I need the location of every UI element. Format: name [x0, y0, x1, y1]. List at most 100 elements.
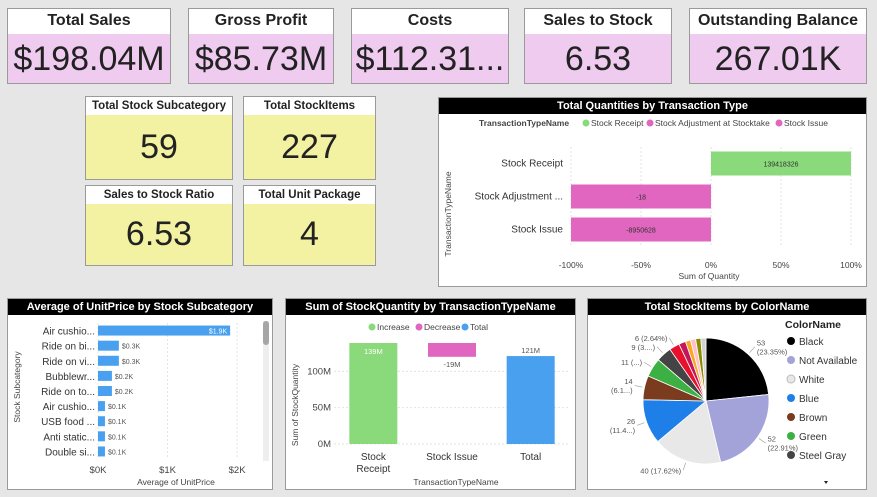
bar[interactable]: [98, 416, 105, 427]
x-tick-label: Total: [520, 452, 541, 463]
y-axis-title: TransactionTypeName: [443, 171, 453, 256]
data-label: (11.4...): [610, 426, 636, 435]
data-label: 139418326: [763, 162, 798, 169]
legend-item[interactable]: Brown: [799, 413, 827, 424]
data-label: 11 (...): [621, 358, 643, 367]
card-title: Sales to Stock Ratio: [103, 189, 215, 201]
bar[interactable]: [98, 446, 105, 457]
leader-line: [644, 361, 652, 367]
card-title: Total Unit Package Types: [258, 189, 361, 219]
kpi-title: Total Sales: [8, 9, 170, 34]
kpi-title: Gross Profit: [189, 9, 333, 34]
y-tick-label: Stock Receipt: [501, 159, 563, 170]
legend-item-stock-issue[interactable]: Stock Issue: [784, 118, 828, 128]
x-tick-label: 0%: [705, 260, 718, 270]
card-value: 227: [244, 115, 375, 179]
legend-item-total[interactable]: Total: [470, 322, 488, 332]
leader-line: [758, 438, 766, 444]
bar[interactable]: [98, 431, 105, 442]
x-axis-title: Sum of Quantity: [679, 271, 741, 281]
y-tick-label: Stock Adjustment ...: [475, 192, 563, 203]
unitprice-chart[interactable]: Average of UnitPrice by Stock Subcategor…: [7, 298, 273, 490]
color-pie-chart[interactable]: Total StockItems by ColorName 53 (23.35%)…: [587, 298, 867, 490]
legend-item[interactable]: Steel Gray: [799, 451, 846, 462]
leader-line: [637, 422, 645, 426]
legend-item-decrease[interactable]: Decrease: [424, 322, 461, 332]
y-tick-label: Anti static...: [43, 432, 95, 443]
x-axis-title: TransactionTypeName: [413, 477, 498, 487]
legend-item-increase[interactable]: Increase: [377, 322, 410, 332]
card-value: 4: [244, 204, 375, 265]
chart-title: Average of UnitPrice by Stock Subcategor…: [8, 299, 272, 315]
kpi-sales-to-stock: Sales to Stock Ratio 6.53: [524, 8, 672, 84]
kpi-total-sales: Total Sales $198.04M: [7, 8, 171, 84]
data-label: 6 (2.64%): [635, 334, 668, 343]
kpi-outstanding-balance: Outstanding Balance 267.01K: [689, 8, 867, 84]
kpi-gross-profit: Gross Profit $85.73M: [188, 8, 334, 84]
x-tick-label: $1K: [159, 465, 177, 476]
bar[interactable]: [428, 342, 476, 357]
bar[interactable]: [98, 370, 112, 381]
card-title: Total Stock Subcategory: [92, 100, 226, 112]
bar[interactable]: [98, 355, 119, 366]
transaction-chart-svg: TransactionTypeName Stock Receipt Stock …: [443, 118, 862, 281]
bar[interactable]: [98, 340, 119, 351]
waterfall-chart[interactable]: Sum of StockQuantity by TransactionTypeN…: [285, 298, 576, 490]
legend-scroll-down-icon[interactable]: [824, 481, 828, 484]
x-tick-label: Stock: [361, 452, 387, 463]
data-label: $0.1K: [108, 419, 127, 426]
legend-marker-stock-issue: [775, 119, 783, 127]
legend-item[interactable]: Blue: [799, 394, 819, 405]
legend-marker: [787, 413, 795, 421]
bar[interactable]: [349, 342, 398, 444]
legend-item-stock-adjustment[interactable]: Stock Adjustment at Stocktake: [655, 118, 770, 128]
data-label: $0.1K: [108, 404, 127, 411]
transaction-type-chart[interactable]: Total Quantities by Transaction Type Tra…: [438, 97, 867, 287]
data-label: $0.1K: [108, 434, 127, 441]
y-tick-label: Ride on vi...: [42, 357, 95, 368]
kpi-value: $112.31...: [352, 34, 508, 83]
card-total-stock-subcategory: Total Stock Subcategory 59: [85, 96, 233, 180]
card-value: 6.53: [86, 204, 232, 265]
card-value: 59: [86, 115, 232, 179]
data-label: 139M: [364, 347, 383, 356]
legend-title: ColorName: [785, 319, 841, 331]
bar[interactable]: [506, 356, 555, 444]
data-label: $1.9K: [209, 329, 228, 336]
kpi-value: 267.01K: [690, 34, 866, 83]
x-axis-title: Average of UnitPrice: [137, 477, 215, 487]
y-tick-label: 100M: [307, 366, 331, 377]
card-sales-to-stock-ratio: Sales to Stock Ratio 6.53: [85, 185, 233, 266]
data-label: $0.1K: [108, 449, 127, 456]
leader-line: [669, 337, 674, 345]
x-tick-label: $2K: [229, 465, 247, 476]
x-tick-label: 50%: [772, 260, 789, 270]
unitprice-chart-svg: Stock Subcategory Average of UnitPrice $…: [12, 321, 269, 487]
data-label: $0.2K: [115, 389, 134, 396]
y-tick-label: USB food ...: [41, 417, 95, 428]
waterfall-chart-svg: Increase Decrease Total Sum of StockQuan…: [290, 322, 570, 487]
legend-item-stock-receipt[interactable]: Stock Receipt: [591, 118, 644, 128]
y-tick-label: Bubblewr...: [46, 372, 95, 383]
y-tick-label: Stock Issue: [511, 225, 563, 236]
legend-item[interactable]: Black: [799, 337, 824, 348]
data-label: -18: [636, 195, 646, 202]
y-tick-label: 50M: [313, 403, 332, 414]
data-label: (22.91%): [768, 444, 799, 453]
legend-item[interactable]: Not Available: [799, 356, 858, 367]
legend-item[interactable]: Green: [799, 432, 827, 443]
data-label: 26: [627, 417, 635, 426]
kpi-title: Outstanding Balance: [690, 9, 866, 34]
legend-item[interactable]: White: [799, 375, 825, 386]
x-tick-label: $0K: [90, 465, 108, 476]
card-total-unit-package-types: Total Unit Package Types 4: [243, 185, 376, 266]
bar[interactable]: [98, 386, 112, 396]
x-tick-label: Stock Issue: [426, 452, 478, 463]
legend-marker: [787, 432, 795, 440]
data-label: (23.35%): [757, 347, 788, 356]
bar[interactable]: [98, 401, 105, 412]
scrollbar-thumb[interactable]: [263, 321, 269, 345]
chart-title: Total Quantities by Transaction Type: [439, 98, 866, 114]
data-label: -19M: [443, 360, 460, 369]
data-label: $0.3K: [122, 359, 141, 366]
